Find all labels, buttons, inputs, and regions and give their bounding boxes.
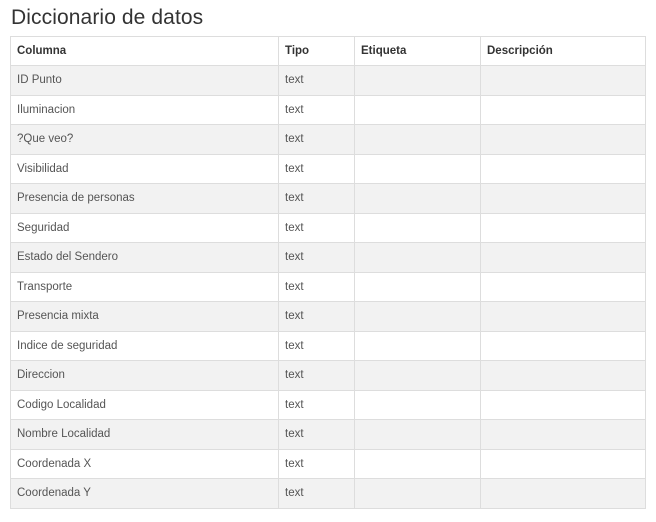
data-dictionary-table: Columna Tipo Etiqueta Descripción ID Pun… <box>10 36 646 509</box>
cell-tipo: text <box>278 65 355 96</box>
cell-columna: Coordenada X <box>10 448 279 479</box>
cell-descripcion <box>480 478 646 509</box>
table-row: Nombre Localidad text <box>10 419 646 450</box>
cell-tipo: text <box>278 212 355 243</box>
cell-descripcion <box>480 330 646 361</box>
cell-tipo: text <box>278 301 355 332</box>
cell-tipo: text <box>278 478 355 509</box>
cell-descripcion <box>480 183 646 214</box>
cell-tipo: text <box>278 153 355 184</box>
cell-etiqueta <box>354 389 481 420</box>
cell-columna: Codigo Localidad <box>10 389 279 420</box>
cell-etiqueta <box>354 153 481 184</box>
cell-etiqueta <box>354 360 481 391</box>
cell-tipo: text <box>278 330 355 361</box>
cell-descripcion <box>480 94 646 125</box>
cell-columna: Transporte <box>10 271 279 302</box>
cell-descripcion <box>480 242 646 273</box>
cell-etiqueta <box>354 301 481 332</box>
cell-columna: Nombre Localidad <box>10 419 279 450</box>
cell-descripcion <box>480 360 646 391</box>
table-row: Iluminacion text <box>10 94 646 125</box>
cell-etiqueta <box>354 271 481 302</box>
cell-tipo: text <box>278 389 355 420</box>
cell-descripcion <box>480 153 646 184</box>
column-header-columna: Columna <box>10 36 279 66</box>
table-row: Estado del Sendero text <box>10 242 646 273</box>
table-row: Codigo Localidad text <box>10 389 646 420</box>
table-row: ID Punto text <box>10 65 646 96</box>
cell-tipo: text <box>278 271 355 302</box>
cell-etiqueta <box>354 65 481 96</box>
cell-tipo: text <box>278 242 355 273</box>
column-header-descripcion: Descripción <box>480 36 646 66</box>
table-row: Transporte text <box>10 271 646 302</box>
cell-etiqueta <box>354 183 481 214</box>
cell-columna: Coordenada Y <box>10 478 279 509</box>
cell-descripcion <box>480 419 646 450</box>
cell-columna: Iluminacion <box>10 94 279 125</box>
cell-tipo: text <box>278 360 355 391</box>
table-row: Coordenada Ytext <box>10 478 646 509</box>
cell-descripcion <box>480 124 646 155</box>
cell-descripcion <box>480 448 646 479</box>
cell-etiqueta <box>354 124 481 155</box>
cell-columna: ?Que veo? <box>10 124 279 155</box>
table-row: Seguridad text <box>10 212 646 243</box>
cell-etiqueta <box>354 94 481 125</box>
cell-tipo: text <box>278 448 355 479</box>
table-row: Presencia mixta text <box>10 301 646 332</box>
cell-descripcion <box>480 271 646 302</box>
table-row: Indice de seguridad text <box>10 330 646 361</box>
cell-columna: Visibilidad <box>10 153 279 184</box>
cell-tipo: text <box>278 94 355 125</box>
cell-columna: ID Punto <box>10 65 279 96</box>
table-body: ID Punto text Iluminacion text ?Que veo? text… <box>10 65 646 509</box>
cell-etiqueta <box>354 419 481 450</box>
cell-columna: Seguridad <box>10 212 279 243</box>
cell-etiqueta <box>354 212 481 243</box>
table-header: Columna Tipo Etiqueta Descripción <box>10 36 646 66</box>
cell-tipo: text <box>278 419 355 450</box>
cell-etiqueta <box>354 242 481 273</box>
table-row: Visibilidad text <box>10 153 646 184</box>
cell-etiqueta <box>354 448 481 479</box>
table-row: Presencia de personas text <box>10 183 646 214</box>
table-row: ?Que veo? text <box>10 124 646 155</box>
cell-columna: Presencia mixta <box>10 301 279 332</box>
cell-etiqueta <box>354 478 481 509</box>
header-row: Columna Tipo Etiqueta Descripción <box>10 36 646 66</box>
column-header-etiqueta: Etiqueta <box>354 36 481 66</box>
cell-descripcion <box>480 212 646 243</box>
cell-descripcion <box>480 301 646 332</box>
cell-tipo: text <box>278 183 355 214</box>
cell-columna: Direccion <box>10 360 279 391</box>
page-title: Diccionario de datos <box>11 6 204 29</box>
cell-columna: Estado del Sendero <box>10 242 279 273</box>
table-row: Direccion text <box>10 360 646 391</box>
cell-descripcion <box>480 65 646 96</box>
cell-etiqueta <box>354 330 481 361</box>
column-header-tipo: Tipo <box>278 36 355 66</box>
cell-tipo: text <box>278 124 355 155</box>
cell-columna: Indice de seguridad <box>10 330 279 361</box>
cell-descripcion <box>480 389 646 420</box>
table-row: Coordenada Xtext <box>10 448 646 479</box>
cell-columna: Presencia de personas <box>10 183 279 214</box>
